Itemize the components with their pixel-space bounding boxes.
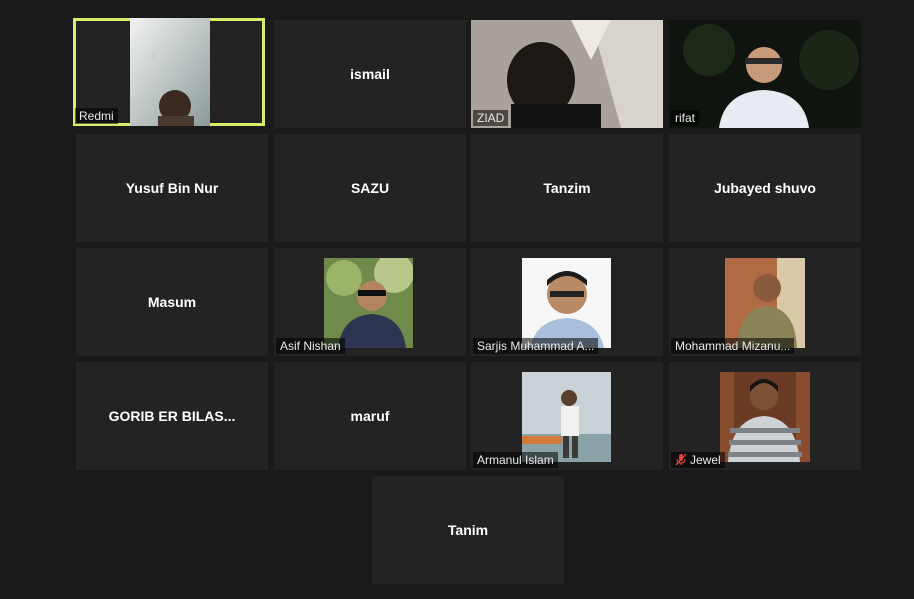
participant-name-label: Redmi <box>75 108 118 124</box>
profile-photo <box>522 258 611 348</box>
participant-tile-jubayed[interactable]: Jubayed shuvo <box>669 134 861 242</box>
participant-tile-sazu[interactable]: SAZU <box>274 134 466 242</box>
participant-name: SAZU <box>350 180 390 196</box>
participant-tile-mizanur[interactable]: Mohammad Mizanu... <box>669 248 861 356</box>
profile-photo <box>725 258 805 348</box>
profile-photo <box>522 372 611 462</box>
participant-tile-tanim[interactable]: Tanim <box>372 476 564 584</box>
participant-name: Tanzim <box>543 180 591 196</box>
participant-name: Jubayed shuvo <box>714 180 816 196</box>
video-gallery: Redmi ismail ZIAD rifat Yusuf Bin Nur SA… <box>0 0 914 599</box>
participant-name: maruf <box>350 408 390 424</box>
participant-name: Jewel <box>690 453 721 467</box>
participant-name: Tanim <box>447 522 489 538</box>
participant-name-label: ZIAD <box>473 110 509 126</box>
participant-tile-tanzim[interactable]: Tanzim <box>471 134 663 242</box>
participant-name-label: Sarjis Muhammad A... <box>473 338 599 354</box>
participant-tile-redmi[interactable]: Redmi <box>73 18 265 126</box>
participant-tile-rifat[interactable]: rifat <box>669 20 861 128</box>
participant-name-label: Jewel <box>671 452 725 468</box>
participant-name: GORIB ER BILAS... <box>108 408 236 424</box>
profile-photo <box>324 258 413 348</box>
participant-video <box>130 18 210 126</box>
participant-tile-ziad[interactable]: ZIAD <box>471 20 663 128</box>
participant-tile-maruf[interactable]: maruf <box>274 362 466 470</box>
participant-name-label: Armanul Islam <box>473 452 558 468</box>
participant-name-label: Asif Nishan <box>276 338 345 354</box>
muted-microphone-icon <box>675 453 687 466</box>
participant-tile-armanul[interactable]: Armanul Islam <box>471 362 663 470</box>
participant-tile-jewel[interactable]: Jewel <box>669 362 861 470</box>
participant-name-label: rifat <box>671 110 700 126</box>
participant-name: Masum <box>147 294 197 310</box>
participant-tile-sarjis[interactable]: Sarjis Muhammad A... <box>471 248 663 356</box>
participant-tile-gorib[interactable]: GORIB ER BILAS... <box>76 362 268 470</box>
participant-name-label: Mohammad Mizanu... <box>671 338 795 354</box>
participant-tile-ismail[interactable]: ismail <box>274 20 466 128</box>
participant-name: Yusuf Bin Nur <box>125 180 219 196</box>
participant-tile-yusuf[interactable]: Yusuf Bin Nur <box>76 134 268 242</box>
participant-tile-masum[interactable]: Masum <box>76 248 268 356</box>
participant-name: ismail <box>350 66 390 82</box>
profile-photo <box>720 372 810 462</box>
participant-tile-asif[interactable]: Asif Nishan <box>274 248 466 356</box>
